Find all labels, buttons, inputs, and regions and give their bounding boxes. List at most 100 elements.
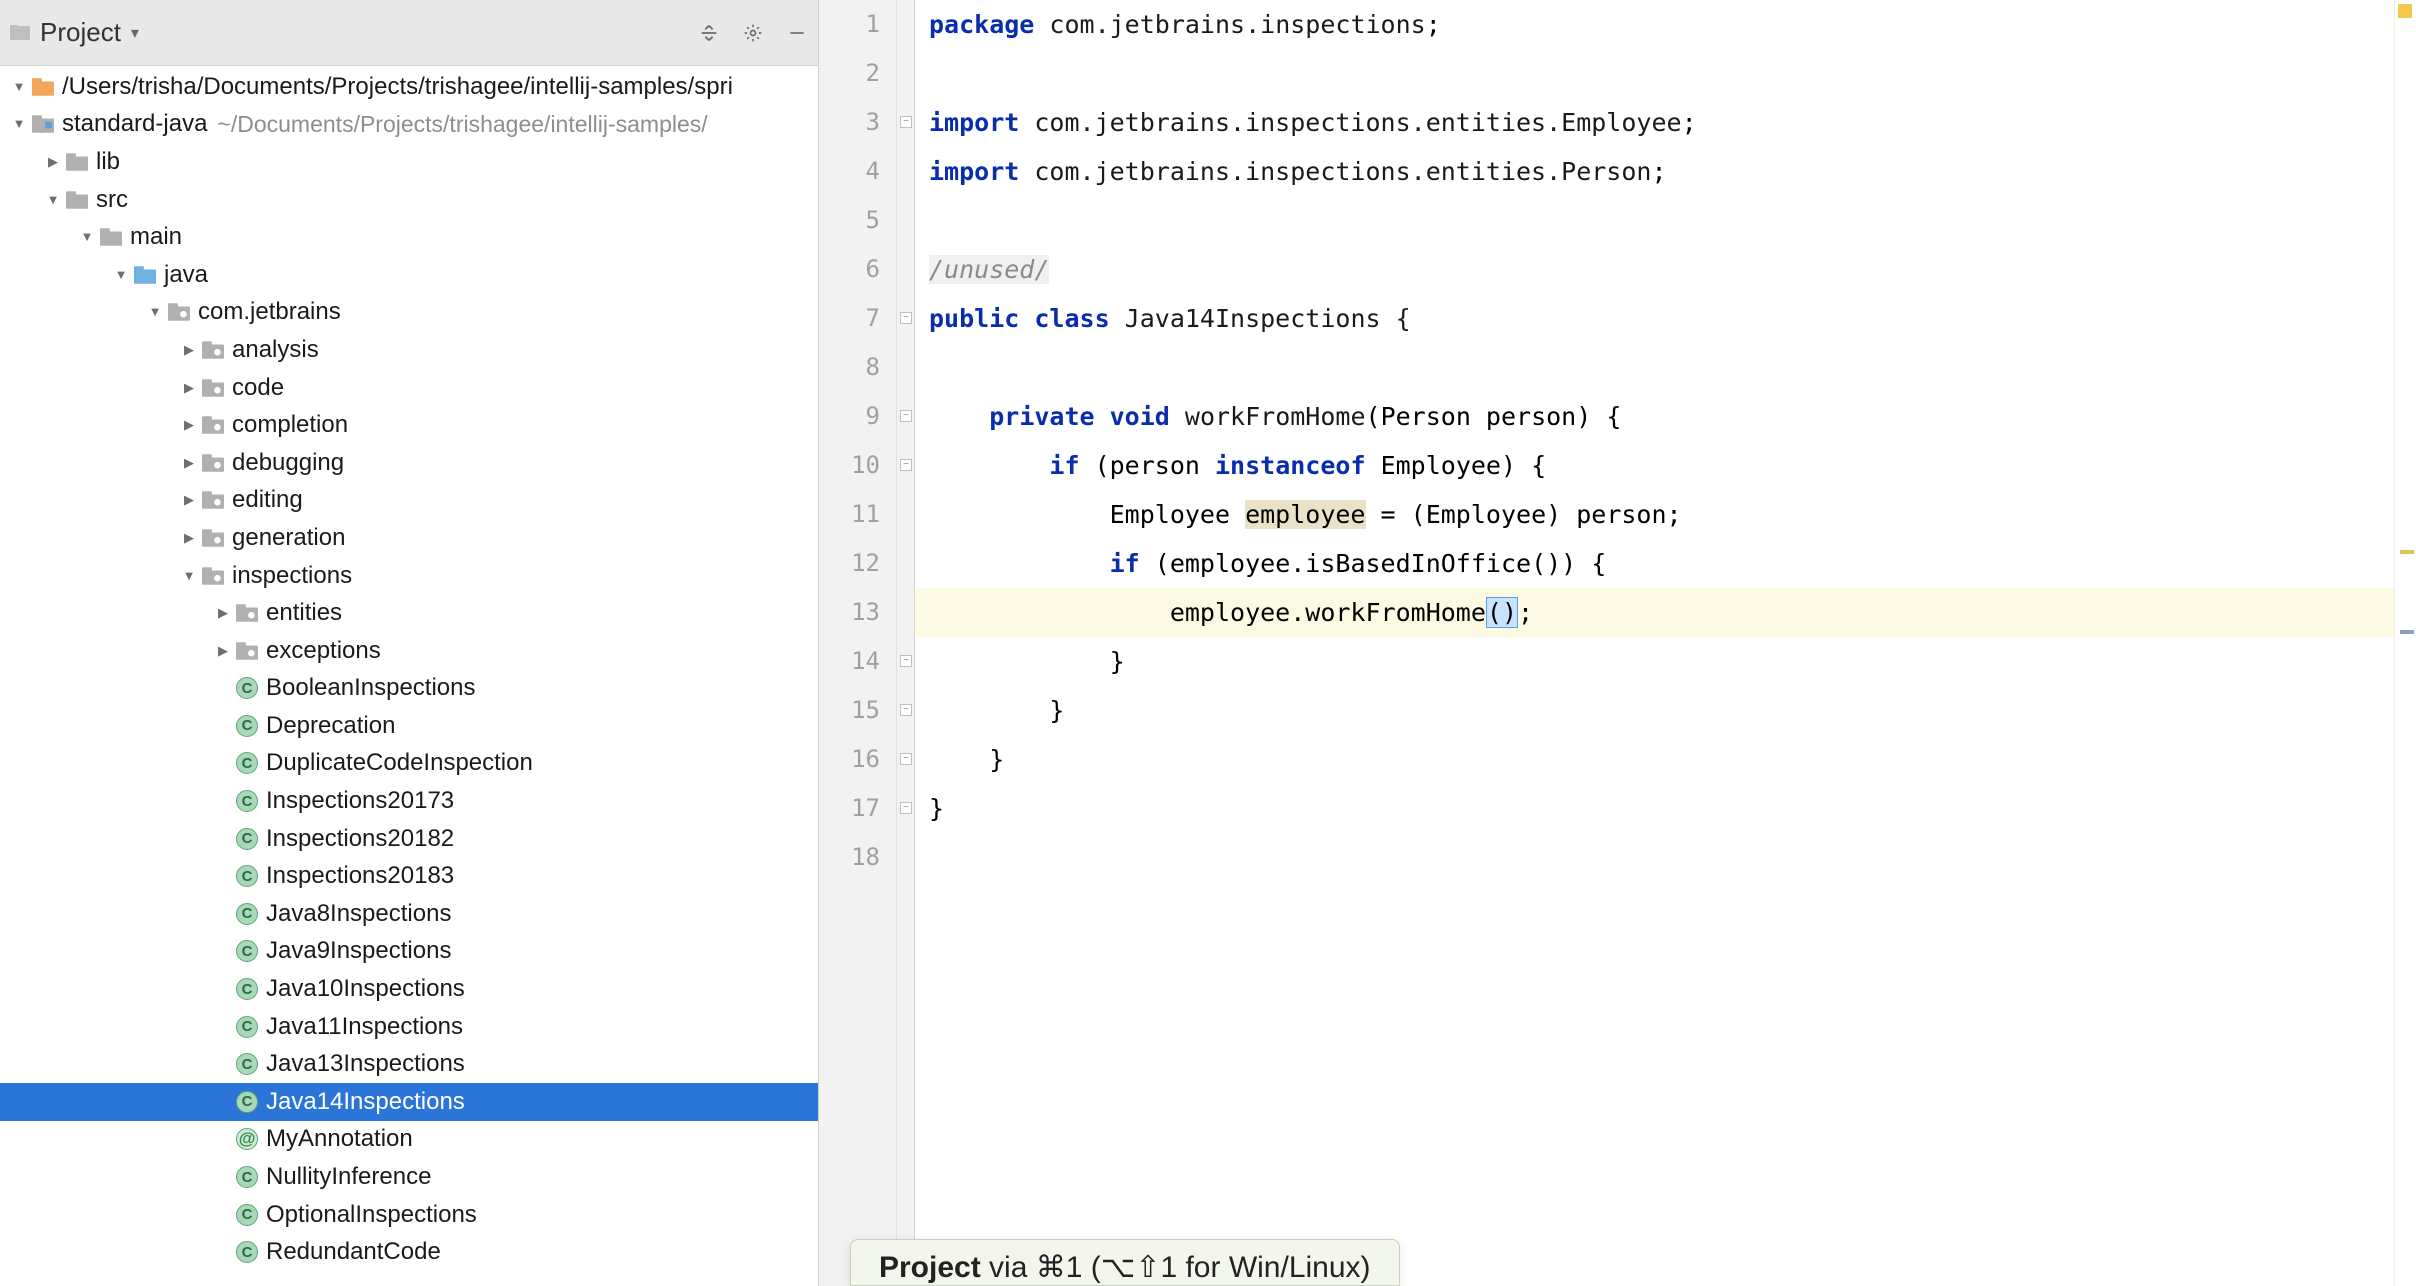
fold-close-icon[interactable]: − [900,655,912,667]
tree-item[interactable]: COptionalInspections [0,1196,818,1234]
fold-open-icon[interactable]: − [900,312,912,324]
tree-arrow-icon[interactable] [180,379,198,397]
line-number[interactable]: 11 [819,490,880,539]
line-number[interactable]: 18 [819,833,880,882]
scroll-from-source-icon[interactable] [698,22,720,44]
line-number-gutter[interactable]: 123456789101112131415161718 [819,0,897,1286]
tree-item[interactable]: com.jetbrains [0,294,818,332]
code-line[interactable] [915,196,2394,245]
fold-open-icon[interactable]: − [900,459,912,471]
fold-open-icon[interactable]: − [900,116,912,128]
tree-item[interactable]: /Users/trisha/Documents/Projects/trishag… [0,68,818,106]
fold-gutter[interactable]: − − − − − − − − [897,0,915,1286]
tree-item[interactable]: CJava13Inspections [0,1045,818,1083]
code-line[interactable]: if (person instanceof Employee) { [915,441,2394,490]
tree-arrow-icon[interactable] [10,78,28,96]
fold-close-icon[interactable]: − [900,802,912,814]
line-number[interactable]: 5 [819,196,880,245]
fold-close-icon[interactable]: − [900,704,912,716]
tree-arrow-icon[interactable] [112,266,130,284]
code-line[interactable]: private void workFromHome(Person person)… [915,392,2394,441]
line-number[interactable]: 13 [819,588,880,637]
tree-arrow-icon[interactable] [10,115,28,133]
tree-item[interactable]: CDeprecation [0,707,818,745]
stripe-mark[interactable] [2400,630,2414,634]
tree-arrow-icon[interactable] [180,454,198,472]
tree-item[interactable]: CNullityInference [0,1158,818,1196]
line-number[interactable]: 1 [819,0,880,49]
tree-item[interactable]: CInspections20182 [0,820,818,858]
tree-item[interactable]: entities [0,594,818,632]
code-line[interactable] [915,833,2394,882]
code-line[interactable] [915,49,2394,98]
tree-item[interactable]: analysis [0,331,818,369]
line-number[interactable]: 16 [819,735,880,784]
tree-item[interactable]: CDuplicateCodeInspection [0,745,818,783]
tree-arrow-icon[interactable] [180,567,198,585]
tree-item[interactable]: code [0,369,818,407]
tree-item[interactable]: CJava14Inspections [0,1083,818,1121]
code-line[interactable]: if (employee.isBasedInOffice()) { [915,539,2394,588]
tree-arrow-icon[interactable] [180,491,198,509]
tree-item[interactable]: src [0,181,818,219]
line-number[interactable]: 12 [819,539,880,588]
tree-item[interactable]: exceptions [0,632,818,670]
line-number[interactable]: 3 [819,98,880,147]
tree-item[interactable]: CBooleanInspections [0,670,818,708]
line-number[interactable]: 10 [819,441,880,490]
line-number[interactable]: 2 [819,49,880,98]
tree-item[interactable]: CInspections20183 [0,857,818,895]
code-line[interactable]: } [915,637,2394,686]
tree-arrow-icon[interactable] [214,642,232,660]
tree-arrow-icon[interactable] [180,341,198,359]
tree-item[interactable]: debugging [0,444,818,482]
line-number[interactable]: 15 [819,686,880,735]
line-number[interactable]: 7 [819,294,880,343]
dropdown-arrow-icon[interactable]: ▾ [131,23,139,43]
code-line[interactable]: package com.jetbrains.inspections; [915,0,2394,49]
tree-item[interactable]: generation [0,519,818,557]
line-number[interactable]: 14 [819,637,880,686]
code-line[interactable]: Employee employee = (Employee) person; [915,490,2394,539]
tree-item[interactable]: completion [0,406,818,444]
line-number[interactable]: 6 [819,245,880,294]
tree-item[interactable]: CJava8Inspections [0,895,818,933]
line-number[interactable]: 9 [819,392,880,441]
code-line[interactable]: import com.jetbrains.inspections.entitie… [915,147,2394,196]
tree-item[interactable]: editing [0,482,818,520]
project-title[interactable]: Project [40,17,121,48]
code-line[interactable]: /unused/ [915,245,2394,294]
line-number[interactable]: 8 [819,343,880,392]
line-number[interactable]: 4 [819,147,880,196]
error-stripe[interactable] [2394,0,2416,1286]
tree-item[interactable]: lib [0,143,818,181]
tree-arrow-icon[interactable] [214,604,232,622]
tree-arrow-icon[interactable] [180,529,198,547]
tree-arrow-icon[interactable] [44,153,62,171]
tree-item[interactable]: CJava9Inspections [0,933,818,971]
tree-arrow-icon[interactable] [78,228,96,246]
tree-item[interactable]: CInspections20173 [0,782,818,820]
code-line[interactable]: import com.jetbrains.inspections.entitie… [915,98,2394,147]
code-line[interactable]: } [915,735,2394,784]
tree-arrow-icon[interactable] [146,303,164,321]
tree-item[interactable]: inspections [0,557,818,595]
tree-arrow-icon[interactable] [180,416,198,434]
tree-item[interactable]: @MyAnnotation [0,1121,818,1159]
project-tree[interactable]: /Users/trisha/Documents/Projects/trishag… [0,66,818,1286]
code-line[interactable]: employee.workFromHome(); [915,588,2394,637]
tree-item[interactable]: CJava10Inspections [0,970,818,1008]
tree-item[interactable]: CJava11Inspections [0,1008,818,1046]
tree-item[interactable]: main [0,218,818,256]
tree-arrow-icon[interactable] [44,191,62,209]
gear-icon[interactable] [742,22,764,44]
code-line[interactable]: } [915,686,2394,735]
code-line[interactable]: } [915,784,2394,833]
tree-item[interactable]: standard-java~/Documents/Projects/trisha… [0,106,818,144]
tree-item[interactable]: CRedundantCode [0,1233,818,1271]
code-area[interactable]: package com.jetbrains.inspections; import… [915,0,2394,1286]
minimize-icon[interactable] [786,22,808,44]
fold-close-icon[interactable]: − [900,753,912,765]
code-line[interactable] [915,343,2394,392]
fold-open-icon[interactable]: − [900,410,912,422]
